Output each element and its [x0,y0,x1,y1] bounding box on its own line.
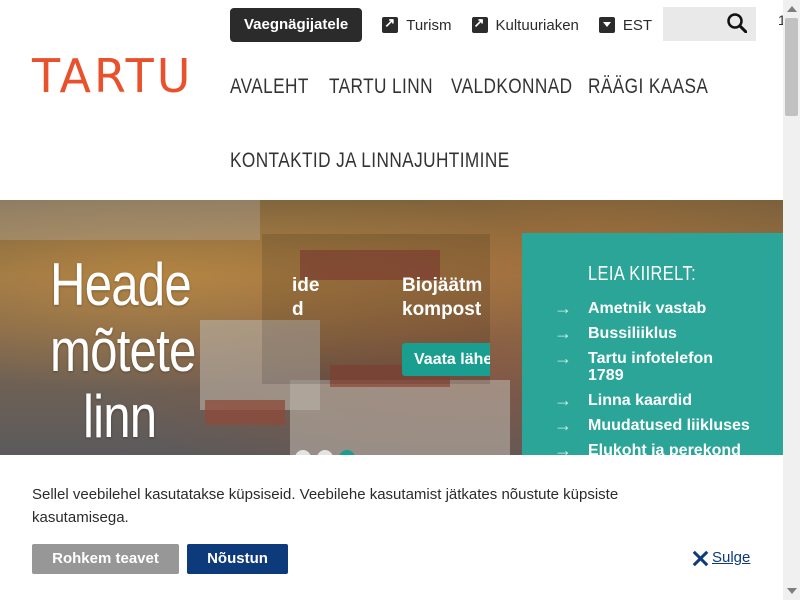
external-link-icon [382,15,399,33]
quick-link-label: Elukoht ja perekond [588,442,741,455]
quick-link-label: Muudatused liikluses [588,417,750,434]
scroll-down-arrow-icon[interactable] [787,588,797,594]
agree-button[interactable]: Nõustun [187,544,288,574]
hero-building [290,380,510,455]
hero-building [0,200,260,240]
quick-link-item[interactable]: → Ametnik vastab [554,298,783,318]
close-cookie-button[interactable]: Sulge [692,549,750,566]
quick-link-label: Linna kaardid [588,392,693,409]
quick-links-panel: LEIA KIIRELT: → Ametnik vastab → Bussili… [522,233,783,455]
close-label: Sulge [712,549,751,566]
slide-overlay: ide d Biojäätm kompost Vaata lähe [262,234,490,384]
external-link-icon [471,15,488,33]
search-input[interactable] [663,7,756,41]
quick-links-title: LEIA KIIRELT: [588,263,697,285]
top-bar: Vaegnägijatele Turism Kultuuriaken EST [230,8,652,42]
quick-link-label: Bussiliiklus [588,325,677,342]
arrow-right-icon: → [554,298,572,318]
language-label: EST [622,16,653,34]
chevron-down-icon [598,17,615,33]
language-selector[interactable]: EST [598,16,653,34]
quick-link-item[interactable]: → Elukoht ja perekond [554,440,783,455]
arrow-right-icon: → [554,440,572,455]
quick-link-item[interactable]: → Muudatused liikluses [554,415,783,435]
page-scrollbar[interactable] [783,0,800,600]
slide-text-right[interactable]: Biojäätm kompost [402,274,482,322]
arrow-right-icon: → [554,415,572,435]
hero-title: Heade mõtete linn [50,251,196,450]
cookie-message: Sellel veebilehel kasutatakse küpsiseid.… [32,486,619,526]
nav-item-avaleht[interactable]: AVALEHT [230,75,309,99]
quick-link-item[interactable]: → Linna kaardid [554,390,783,410]
slide-text-left: ide d [292,275,320,320]
scrollbar-thumb[interactable] [785,18,798,116]
site-header: TARTU Vaegnägijatele Turism Kultuuriaken… [0,0,786,200]
slide-more-button[interactable]: Vaata lähe [402,343,490,376]
visually-impaired-button[interactable]: Vaegnägijatele [230,8,363,42]
close-icon [692,550,708,566]
quick-link-label: Ametnik vastab [588,300,707,317]
quick-link-item[interactable]: → Bussiliiklus [554,323,783,343]
hero-roof [205,400,285,425]
kultuuriaken-link[interactable]: Kultuuriaken [471,15,579,34]
kultuuriaken-link-label: Kultuuriaken [495,16,579,34]
arrow-right-icon: → [554,348,572,368]
tartu-logo[interactable]: TARTU [32,52,193,100]
nav-item-valdkonnad[interactable]: VALDKONNAD [451,75,572,99]
search-icon[interactable] [727,13,747,33]
cookie-banner: Sellel veebilehel kasutatakse küpsiseid.… [0,455,783,600]
arrow-right-icon: → [554,323,572,343]
quick-link-item[interactable]: → Tartu infotelefon 1789 [554,348,738,384]
quick-link-label: Tartu infotelefon 1789 [588,350,714,384]
more-info-button[interactable]: Rohkem teavet [32,544,179,574]
nav-item-kontaktid[interactable]: KONTAKTID JA LINNAJUHTIMINE [230,149,510,173]
turism-link-label: Turism [406,16,452,34]
arrow-right-icon: → [554,390,572,410]
nav-item-tartu-linn[interactable]: TARTU LINN [329,75,433,99]
scroll-up-arrow-icon[interactable] [787,6,797,12]
turism-link[interactable]: Turism [382,15,452,34]
nav-item-raagi-kaasa[interactable]: RÄÄGI KAASA [588,75,708,99]
